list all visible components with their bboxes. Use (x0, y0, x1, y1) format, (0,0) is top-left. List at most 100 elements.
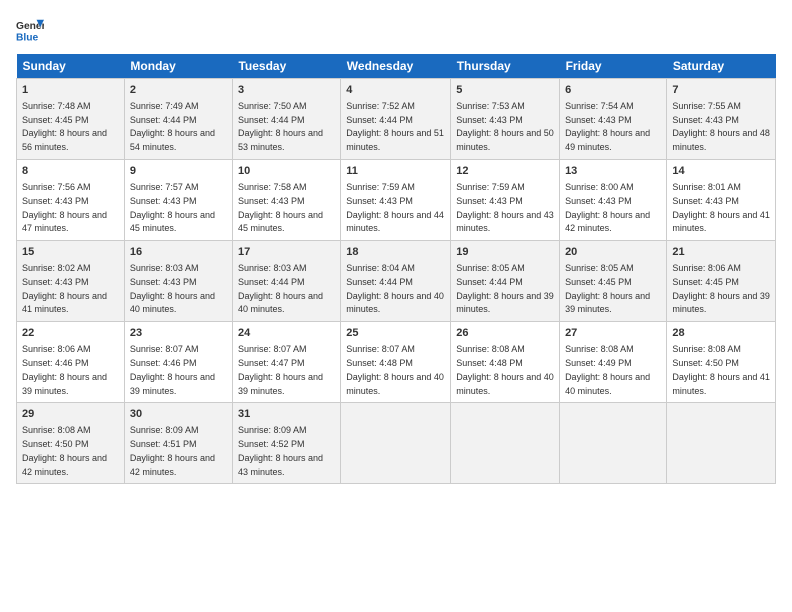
weekday-header-tuesday: Tuesday (232, 54, 340, 79)
calendar-cell: 7Sunrise: 7:55 AMSunset: 4:43 PMDaylight… (667, 79, 776, 160)
daylight: Daylight: 8 hours and 39 minutes. (238, 372, 323, 396)
daylight: Daylight: 8 hours and 40 minutes. (130, 291, 215, 315)
weekday-header-saturday: Saturday (667, 54, 776, 79)
day-number: 26 (456, 326, 554, 341)
calendar-cell (560, 403, 667, 484)
daylight: Daylight: 8 hours and 56 minutes. (22, 128, 107, 152)
calendar-cell (667, 403, 776, 484)
calendar-cell: 18 Sunrise: 8:04 AM Sunset: 4:44 PM Dayligh… (341, 241, 451, 322)
calendar-cell: 15Sunrise: 8:02 AMSunset: 4:43 PMDayligh… (17, 241, 125, 322)
day-number: 3 (238, 83, 335, 98)
sunset: Sunset: 4:46 PM (22, 358, 89, 368)
sunset: Sunset: 4:43 PM (22, 196, 89, 206)
sunset: Sunset: 4:46 PM (130, 358, 197, 368)
day-number: 4 (346, 83, 445, 98)
sunrise: Sunrise: 8:08 AM (456, 344, 525, 354)
daylight: Daylight: 8 hours and 39 minutes. (130, 372, 215, 396)
day-number: 2 (130, 83, 227, 98)
sunset: Sunset: 4:51 PM (130, 439, 197, 449)
daylight: Daylight: 8 hours and 39 minutes. (456, 291, 554, 315)
sunrise: Sunrise: 8:04 AM (346, 263, 415, 273)
sunset: Sunset: 4:44 PM (346, 277, 413, 287)
svg-text:Blue: Blue (16, 32, 39, 43)
day-number: 14 (672, 164, 770, 179)
weekday-header-thursday: Thursday (451, 54, 560, 79)
daylight: Daylight: 8 hours and 45 minutes. (238, 210, 323, 234)
day-number: 6 (565, 83, 661, 98)
sunset: Sunset: 4:43 PM (565, 196, 632, 206)
sunset: Sunset: 4:45 PM (672, 277, 739, 287)
sunset: Sunset: 4:52 PM (238, 439, 305, 449)
daylight: Daylight: 8 hours and 39 minutes. (565, 291, 650, 315)
sunrise: Sunrise: 8:00 AM (565, 182, 634, 192)
page: General Blue SundayMondayTuesdayWednesda… (0, 0, 792, 612)
day-number: 22 (22, 326, 119, 341)
calendar-cell (451, 403, 560, 484)
sunrise: Sunrise: 7:48 AM (22, 101, 91, 111)
sunset: Sunset: 4:43 PM (130, 277, 197, 287)
sunrise: Sunrise: 8:09 AM (130, 425, 199, 435)
daylight: Daylight: 8 hours and 50 minutes. (456, 128, 554, 152)
weekday-header-wednesday: Wednesday (341, 54, 451, 79)
sunrise: Sunrise: 8:08 AM (672, 344, 741, 354)
day-number: 7 (672, 83, 770, 98)
calendar-cell: 13Sunrise: 8:00 AMSunset: 4:43 PMDayligh… (560, 160, 667, 241)
sunrise: Sunrise: 7:55 AM (672, 101, 741, 111)
calendar-cell: 12Sunrise: 7:59 AMSunset: 4:43 PMDayligh… (451, 160, 560, 241)
day-number: 18 (346, 245, 445, 260)
daylight: Daylight: 8 hours and 40 minutes. (346, 291, 444, 315)
sunset: Sunset: 4:44 PM (456, 277, 523, 287)
calendar-cell: 2Sunrise: 7:49 AMSunset: 4:44 PMDaylight… (124, 79, 232, 160)
sunset: Sunset: 4:43 PM (22, 277, 89, 287)
sunrise: Sunrise: 7:56 AM (22, 182, 91, 192)
sunset: Sunset: 4:43 PM (130, 196, 197, 206)
sunrise: Sunrise: 7:59 AM (456, 182, 525, 192)
daylight: Daylight: 8 hours and 49 minutes. (565, 128, 650, 152)
calendar-cell: 20Sunrise: 8:05 AMSunset: 4:45 PMDayligh… (560, 241, 667, 322)
day-number: 11 (346, 164, 445, 179)
daylight: Daylight: 8 hours and 53 minutes. (238, 128, 323, 152)
daylight: Daylight: 8 hours and 42 minutes. (130, 453, 215, 477)
calendar-cell: 24Sunrise: 8:07 AMSunset: 4:47 PMDayligh… (232, 322, 340, 403)
calendar-cell: 30Sunrise: 8:09 AMSunset: 4:51 PMDayligh… (124, 403, 232, 484)
daylight: Daylight: 8 hours and 42 minutes. (22, 453, 107, 477)
sunset: Sunset: 4:43 PM (238, 196, 305, 206)
day-number: 20 (565, 245, 661, 260)
sunrise: Sunrise: 7:57 AM (130, 182, 199, 192)
sunrise: Sunrise: 8:07 AM (238, 344, 307, 354)
sunrise: Sunrise: 8:07 AM (346, 344, 415, 354)
sunset: Sunset: 4:47 PM (238, 358, 305, 368)
sunset: Sunset: 4:43 PM (346, 196, 413, 206)
sunset: Sunset: 4:44 PM (238, 115, 305, 125)
calendar-cell: 29Sunrise: 8:08 AMSunset: 4:50 PMDayligh… (17, 403, 125, 484)
daylight: Daylight: 8 hours and 40 minutes. (346, 372, 444, 396)
daylight: Daylight: 8 hours and 40 minutes. (238, 291, 323, 315)
header: General Blue (16, 16, 776, 44)
day-number: 1 (22, 83, 119, 98)
daylight: Daylight: 8 hours and 51 minutes. (346, 128, 444, 152)
calendar-cell: 19Sunrise: 8:05 AMSunset: 4:44 PMDayligh… (451, 241, 560, 322)
calendar-cell: 17Sunrise: 8:03 AMSunset: 4:44 PMDayligh… (232, 241, 340, 322)
sunrise: Sunrise: 8:05 AM (456, 263, 525, 273)
calendar-cell: 11Sunrise: 7:59 AMSunset: 4:43 PMDayligh… (341, 160, 451, 241)
sunrise: Sunrise: 7:49 AM (130, 101, 199, 111)
calendar-cell: 25Sunrise: 8:07 AMSunset: 4:48 PMDayligh… (341, 322, 451, 403)
daylight: Daylight: 8 hours and 44 minutes. (346, 210, 444, 234)
sunrise: Sunrise: 8:03 AM (130, 263, 199, 273)
weekday-header-friday: Friday (560, 54, 667, 79)
weekday-header-monday: Monday (124, 54, 232, 79)
calendar-cell: 16Sunrise: 8:03 AMSunset: 4:43 PMDayligh… (124, 241, 232, 322)
daylight: Daylight: 8 hours and 41 minutes. (672, 210, 770, 234)
daylight: Daylight: 8 hours and 40 minutes. (456, 372, 554, 396)
calendar-cell: 10Sunrise: 7:58 AMSunset: 4:43 PMDayligh… (232, 160, 340, 241)
daylight: Daylight: 8 hours and 39 minutes. (22, 372, 107, 396)
sunset: Sunset: 4:44 PM (238, 277, 305, 287)
logo: General Blue (16, 16, 44, 44)
day-number: 12 (456, 164, 554, 179)
day-number: 5 (456, 83, 554, 98)
logo-icon: General Blue (16, 16, 44, 44)
calendar-cell: 23Sunrise: 8:07 AMSunset: 4:46 PMDayligh… (124, 322, 232, 403)
day-number: 28 (672, 326, 770, 341)
sunset: Sunset: 4:45 PM (565, 277, 632, 287)
calendar-cell: 9Sunrise: 7:57 AMSunset: 4:43 PMDaylight… (124, 160, 232, 241)
